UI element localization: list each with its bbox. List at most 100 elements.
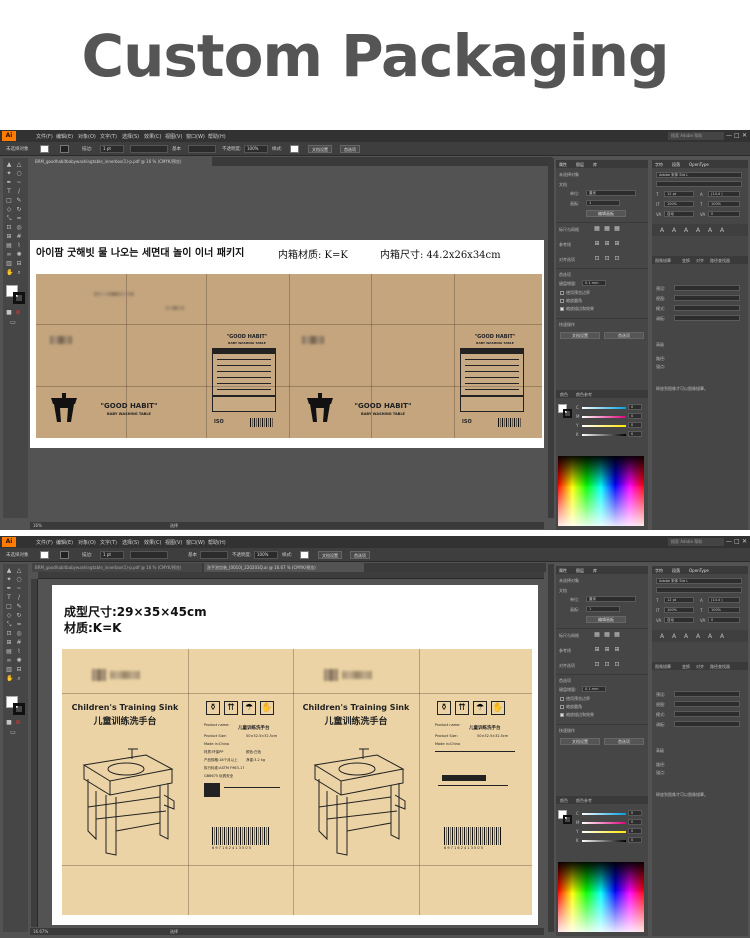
tab-pathfinder[interactable]: 路径查找器 [710, 664, 730, 670]
line-tool-icon[interactable]: / [16, 595, 22, 601]
stroke-weight-input[interactable]: 1 pt [100, 551, 124, 559]
opacity-input[interactable]: 100% [244, 145, 268, 153]
menu-edit[interactable]: 编辑(E) [56, 539, 73, 546]
preferences-panel-button[interactable]: 首选项 [604, 332, 644, 339]
brush-tool-icon[interactable]: ✎ [16, 604, 22, 610]
transparency-grid-icon[interactable]: ▦ [614, 226, 620, 232]
menu-effect[interactable]: 效果(C) [144, 539, 161, 546]
menu-edit[interactable]: 编辑(E) [56, 133, 73, 140]
opacity-input[interactable]: 100% [254, 551, 278, 559]
vertical-ruler[interactable] [31, 579, 38, 927]
view-select[interactable] [674, 701, 740, 707]
yellow-slider[interactable] [582, 425, 626, 427]
tab-libraries[interactable]: 库 [593, 568, 597, 574]
scale-stroke-checkbox[interactable] [560, 713, 564, 717]
canvas[interactable]: 成型尺寸:29×35×45cm 材质:K=K Children's Traini… [38, 579, 544, 927]
perspective-grid-icon[interactable]: ⊞ [6, 234, 12, 240]
tab-character[interactable]: 字符 [655, 162, 663, 168]
color-mode-icon[interactable]: ■ [6, 310, 12, 316]
color-spectrum[interactable] [558, 456, 644, 526]
tab-transform[interactable]: 变换 [682, 664, 690, 670]
document-tab-inactive[interactable]: BRM_goodhabitbabywashingtable_innerbox(1… [32, 563, 202, 572]
glyph-icon[interactable]: A [696, 227, 700, 234]
advanced-label[interactable]: 高级 [656, 342, 664, 348]
direct-selection-tool-icon[interactable]: △ [16, 568, 22, 574]
close-icon[interactable]: ✕ [742, 538, 750, 545]
tab-align[interactable]: 对齐 [696, 258, 704, 264]
magenta-input[interactable]: 0 [628, 819, 642, 825]
kerning-input[interactable]: 自动 [664, 211, 694, 217]
close-icon[interactable]: ✕ [742, 132, 750, 139]
tab-paragraph[interactable]: 段落 [672, 568, 680, 574]
pen-tool-icon[interactable]: ✒ [6, 586, 12, 592]
kerning-input[interactable]: 自动 [664, 617, 694, 623]
document-tab[interactable]: BRM_goodhabitbabywashingtable_innerbox(1… [32, 157, 212, 166]
lock-guides-icon[interactable]: ⊞ [604, 647, 610, 653]
blend-tool-icon[interactable]: ∞ [6, 252, 12, 258]
glyph-icon[interactable]: A [684, 633, 688, 640]
maximize-icon[interactable]: □ [734, 538, 742, 545]
symbol-sprayer-icon[interactable]: ✺ [16, 658, 22, 664]
artboard-tool-icon[interactable]: ⊟ [16, 261, 22, 267]
scale-tool-icon[interactable]: ⤡ [6, 622, 12, 628]
mode-select[interactable] [674, 305, 740, 311]
keyboard-increment-input[interactable]: 0.1 mm [582, 686, 606, 692]
screen-mode-icon[interactable]: ▭ [10, 320, 16, 326]
guides-icon[interactable]: ⊞ [594, 241, 600, 247]
snap-grid-icon[interactable]: ⊡ [604, 662, 610, 668]
transparency-grid-icon[interactable]: ▦ [614, 632, 620, 638]
eraser-tool-icon[interactable]: ◇ [6, 207, 12, 213]
menu-help[interactable]: 帮助(H) [208, 539, 226, 546]
glyph-icon[interactable]: A [672, 227, 676, 234]
lasso-icon[interactable]: ○ [16, 577, 22, 583]
snap-point-icon[interactable]: ⊡ [594, 256, 600, 262]
menu-effect[interactable]: 效果(C) [144, 133, 161, 140]
menu-window[interactable]: 窗口(W) [186, 539, 205, 546]
maximize-icon[interactable]: □ [734, 132, 742, 139]
symbol-sprayer-icon[interactable]: ✺ [16, 252, 22, 258]
menu-file[interactable]: 文件(F) [36, 133, 53, 140]
rectangle-tool-icon[interactable]: □ [6, 604, 12, 610]
rotate-tool-icon[interactable]: ↻ [16, 613, 22, 619]
glyph-icon[interactable]: A [660, 227, 664, 234]
menu-select[interactable]: 选择(S) [122, 133, 139, 140]
stroke-profile-select[interactable] [130, 145, 168, 153]
rotate-tool-icon[interactable]: ↻ [16, 207, 22, 213]
guides-icon[interactable]: ⊞ [594, 647, 600, 653]
canvas[interactable]: 아이팜 굿해빗 물 나오는 세면대 놀이 이너 패키지 内箱材质: K=K 内箱… [30, 166, 544, 521]
tab-properties[interactable]: 属性 [559, 568, 567, 574]
tab-opentype[interactable]: OpenType [689, 162, 709, 167]
lock-guides-icon[interactable]: ⊞ [604, 241, 610, 247]
menu-view[interactable]: 视图(V) [165, 539, 182, 546]
free-transform-icon[interactable]: ⊡ [6, 631, 12, 637]
glyph-icon[interactable]: A [708, 227, 712, 234]
brush-basic-label[interactable]: 基本 [172, 146, 181, 152]
font-family-select[interactable]: Adobe 宋体 Std L [656, 578, 742, 584]
view-select[interactable] [674, 295, 740, 301]
magic-wand-icon[interactable]: ✦ [6, 577, 12, 583]
tab-color-guide[interactable]: 颜色参考 [576, 798, 592, 804]
help-search-input[interactable]: 搜索 Adobe 帮助 [668, 538, 724, 546]
palette-select[interactable] [674, 315, 740, 321]
grid-icon[interactable]: ▦ [604, 226, 610, 232]
magenta-slider[interactable] [582, 822, 626, 824]
menu-file[interactable]: 文件(F) [36, 539, 53, 546]
free-transform-icon[interactable]: ⊡ [6, 225, 12, 231]
brush-tool-icon[interactable]: ✎ [16, 198, 22, 204]
font-size-input[interactable]: 12 pt [664, 191, 694, 197]
leading-input[interactable]: (14.4 ) [708, 191, 740, 197]
keyboard-increment-input[interactable]: 0.1 mm [582, 280, 606, 286]
black-slider[interactable] [582, 840, 626, 842]
stroke-profile-select[interactable] [130, 551, 168, 559]
stroke-swatch[interactable] [13, 292, 25, 304]
curvature-tool-icon[interactable]: ~ [16, 586, 22, 592]
none-swatch-icon[interactable]: ⊘ [15, 720, 21, 726]
glyph-icon[interactable]: A [720, 633, 724, 640]
preset-select[interactable] [674, 691, 740, 697]
glyph-icon[interactable]: A [720, 227, 724, 234]
color-mode-icon[interactable]: ■ [6, 720, 12, 726]
scale-stroke-checkbox[interactable] [560, 307, 564, 311]
tab-align[interactable]: 对齐 [696, 664, 704, 670]
eraser-tool-icon[interactable]: ◇ [6, 613, 12, 619]
fill-color-swatch[interactable] [40, 551, 49, 559]
